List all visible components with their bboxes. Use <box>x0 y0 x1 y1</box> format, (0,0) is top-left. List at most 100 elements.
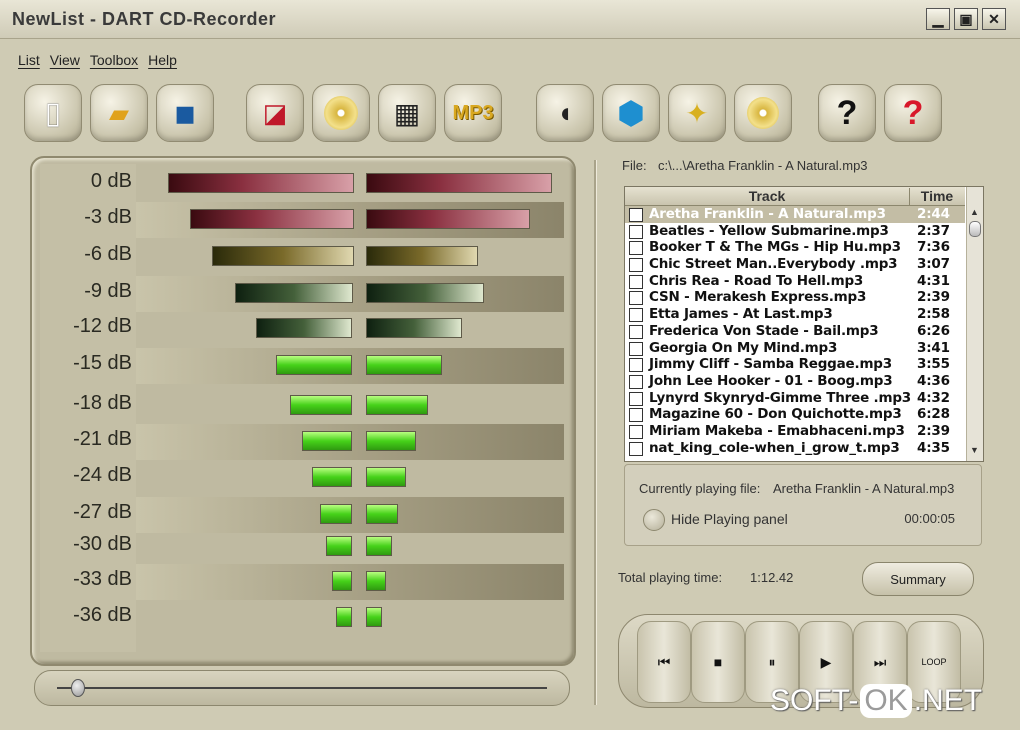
menu-view[interactable]: View <box>50 52 80 68</box>
track-row[interactable]: Etta James - At Last.mp3 2:58 <box>625 306 965 323</box>
left-channel-bar <box>276 355 352 375</box>
column-time[interactable]: Time <box>911 188 963 204</box>
file-label: File: <box>622 158 647 173</box>
track-row[interactable]: Beatles - Yellow Submarine.mp3 2:37 <box>625 223 965 240</box>
right-channel-bar <box>366 318 462 338</box>
track-checkbox[interactable] <box>629 441 643 456</box>
track-list[interactable]: Track Time Aretha Franklin - A Natural.m… <box>624 186 984 462</box>
scroll-thumb[interactable] <box>969 221 981 237</box>
track-time: 2:44 <box>917 206 950 222</box>
track-row[interactable]: CSN - Merakesh Express.mp3 2:39 <box>625 289 965 306</box>
save-icon: ◼ <box>174 97 196 128</box>
device-button[interactable]: ◖ <box>536 84 594 142</box>
save-list-button[interactable]: ◼ <box>156 84 214 142</box>
track-checkbox[interactable] <box>629 258 643 273</box>
track-checkbox[interactable] <box>629 374 643 389</box>
hide-panel-radio[interactable] <box>643 509 665 531</box>
track-checkbox[interactable] <box>629 424 643 439</box>
wizard-button[interactable]: ✦ <box>668 84 726 142</box>
track-time: 4:36 <box>917 372 950 389</box>
track-name: Chris Rea - Road To Hell.mp3 <box>649 272 864 289</box>
maximize-button[interactable]: ▣ <box>954 8 978 30</box>
open-list-button[interactable]: ▰ <box>90 84 148 142</box>
track-checkbox[interactable] <box>629 324 643 339</box>
track-row[interactable]: Miriam Makeba - Emabhaceni.mp3 2:39 <box>625 423 965 440</box>
erase-button[interactable]: ◪ <box>246 84 304 142</box>
stop-icon: ■ <box>713 654 723 670</box>
list-scrollbar[interactable]: ▲ ▼ <box>966 187 983 461</box>
cd-button[interactable] <box>312 84 370 142</box>
left-channel-bar <box>320 504 352 524</box>
track-checkbox[interactable] <box>629 241 643 256</box>
track-time: 2:58 <box>917 306 950 323</box>
track-time: 2:39 <box>917 289 950 306</box>
track-row[interactable]: John Lee Hooker - 01 - Boog.mp3 4:36 <box>625 373 965 390</box>
current-file-label: Currently playing file: <box>639 481 761 496</box>
track-time: 4:32 <box>917 389 950 406</box>
track-name: Beatles - Yellow Submarine.mp3 <box>649 222 889 239</box>
left-channel-bar <box>212 246 354 266</box>
scroll-up-icon[interactable]: ▲ <box>969 207 980 219</box>
close-button[interactable]: ✕ <box>982 8 1006 30</box>
minimize-button[interactable]: ▁ <box>926 8 950 30</box>
left-channel-bar <box>235 283 353 303</box>
box-button[interactable]: ⬢ <box>602 84 660 142</box>
track-checkbox[interactable] <box>629 341 643 356</box>
cd-wizard-button[interactable] <box>734 84 792 142</box>
track-checkbox[interactable] <box>629 291 643 306</box>
track-time: 3:55 <box>917 356 950 373</box>
track-checkbox[interactable] <box>629 208 643 222</box>
track-row[interactable]: Chris Rea - Road To Hell.mp3 4:31 <box>625 273 965 290</box>
right-channel-bar <box>366 173 552 193</box>
right-channel-bar <box>366 395 428 415</box>
column-track[interactable]: Track <box>625 188 910 205</box>
db-label: -12 dB <box>73 315 132 337</box>
hide-panel-label[interactable]: Hide Playing panel <box>671 511 788 527</box>
menu-list[interactable]: List <box>18 52 40 68</box>
track-row[interactable]: Frederica Von Stade - Bail.mp3 6:26 <box>625 323 965 340</box>
file-path: c:\...\Aretha Franklin - A Natural.mp3 <box>658 158 868 173</box>
equalizer-button[interactable]: ▦ <box>378 84 436 142</box>
track-checkbox[interactable] <box>629 408 643 423</box>
track-row[interactable]: Georgia On My Mind.mp3 3:41 <box>625 340 965 357</box>
previous-track-button[interactable]: ⏮ <box>637 621 691 703</box>
track-name: Jimmy Cliff - Samba Reggae.mp3 <box>649 356 892 373</box>
menu-toolbox[interactable]: Toolbox <box>90 52 138 68</box>
panel-divider[interactable] <box>594 160 597 705</box>
track-name: CSN - Merakesh Express.mp3 <box>649 289 867 306</box>
track-row[interactable]: Aretha Franklin - A Natural.mp3 2:44 <box>625 206 965 223</box>
track-checkbox[interactable] <box>629 308 643 323</box>
right-channel-bar <box>366 571 386 591</box>
track-checkbox[interactable] <box>629 224 643 239</box>
track-row[interactable]: Chic Street Man..Everybody .mp3 3:07 <box>625 256 965 273</box>
position-slider[interactable] <box>34 670 570 706</box>
help-button[interactable]: ? <box>818 84 876 142</box>
track-checkbox[interactable] <box>629 391 643 406</box>
track-row[interactable]: Booker T & The MGs - Hip Hu.mp3 7:36 <box>625 239 965 256</box>
track-row[interactable]: nat_king_cole-when_i_grow_t.mp3 4:35 <box>625 440 965 457</box>
track-checkbox[interactable] <box>629 358 643 373</box>
track-row[interactable]: Lynyrd Skynryd-Gimme Three .mp3 4:32 <box>625 390 965 407</box>
playing-time: 00:00:05 <box>904 511 955 526</box>
context-help-button[interactable]: ? <box>884 84 942 142</box>
mp3-button[interactable]: MP3 <box>444 84 502 142</box>
db-label: -24 dB <box>73 464 132 486</box>
title-bar[interactable]: NewList - DART CD-Recorder ▁ ▣ ✕ <box>0 0 1020 39</box>
track-time: 6:26 <box>917 322 950 339</box>
summary-button[interactable]: Summary <box>862 562 974 596</box>
vu-meter-panel: 0 dB -3 dB -6 dB -9 dB -12 dB -15 dB -18 dB -21… <box>30 156 576 666</box>
watermark: SOFT- OK .NET <box>770 684 982 718</box>
menu-help[interactable]: Help <box>148 52 177 68</box>
track-row[interactable]: Magazine 60 - Don Quichotte.mp3 6:28 <box>625 406 965 423</box>
track-checkbox[interactable] <box>629 274 643 289</box>
right-channel-bar <box>366 536 392 556</box>
left-channel-bar <box>256 318 352 338</box>
scroll-down-icon[interactable]: ▼ <box>969 445 980 457</box>
right-channel-bar <box>366 607 382 627</box>
track-row[interactable]: Jimmy Cliff - Samba Reggae.mp3 3:55 <box>625 356 965 373</box>
slider-knob[interactable] <box>71 679 85 697</box>
new-list-button[interactable]: ▯ <box>24 84 82 142</box>
left-channel-bar <box>312 467 352 487</box>
right-channel-bar <box>366 246 478 266</box>
stop-button[interactable]: ■ <box>691 621 745 703</box>
